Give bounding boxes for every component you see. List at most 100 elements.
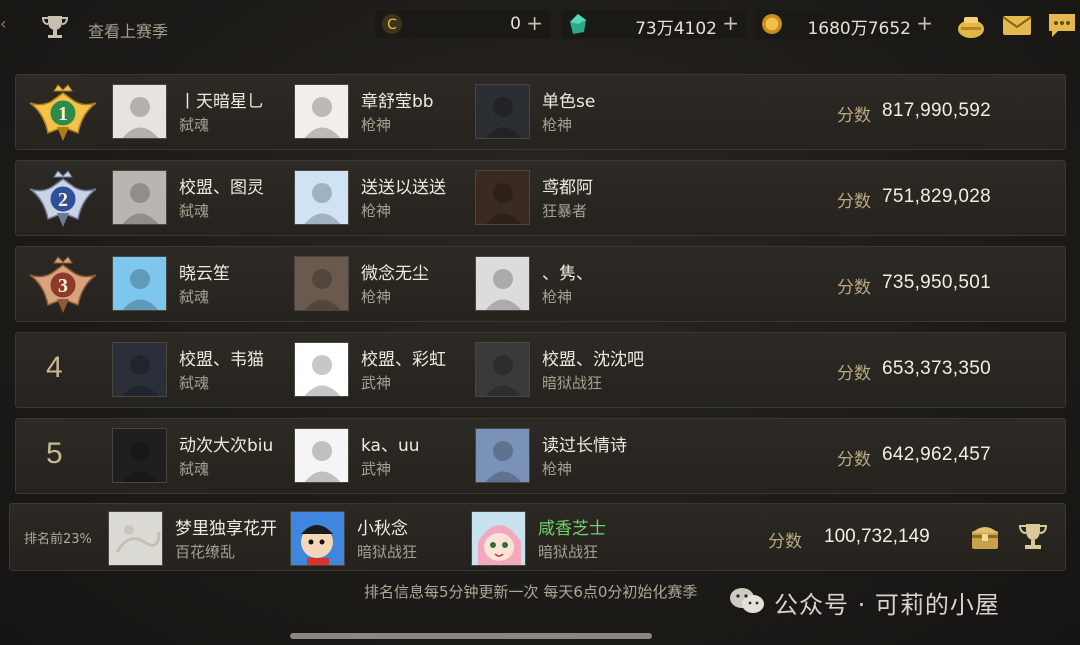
avatar bbox=[112, 428, 167, 483]
mail-icon[interactable] bbox=[1001, 10, 1033, 40]
player-class: 狂暴者 bbox=[542, 202, 588, 220]
my-rank-row[interactable]: 排名前23% 梦里独享花开 百花缭乱 小秋念 暗狱战狂 咸香芝士 暗狱战狂 分数… bbox=[9, 503, 1066, 571]
rank-row[interactable]: 3 晓云笙 弑魂 微念无尘 枪神 、隽、 枪神 分数 735,950,501 bbox=[15, 246, 1066, 322]
avatar bbox=[112, 170, 167, 225]
player-class: 武神 bbox=[361, 374, 392, 392]
rank-1-medal-icon: 1 bbox=[29, 84, 97, 141]
rank-3-medal-icon: 3 bbox=[29, 256, 97, 313]
player-slot[interactable]: 鸢都阿 狂暴者 bbox=[475, 170, 655, 226]
avatar bbox=[108, 511, 163, 566]
rank-number: 2 bbox=[58, 189, 68, 211]
chat-icon[interactable] bbox=[1046, 10, 1078, 40]
avatar bbox=[294, 342, 349, 397]
score-value: 735,950,501 bbox=[882, 272, 991, 293]
top-bar: ‹ 查看上赛季 C 0 + 73万4102 + 1680万7652 + bbox=[0, 0, 1080, 52]
player-class: 弑魂 bbox=[179, 116, 210, 134]
player-name: 梦里独享花开 bbox=[175, 519, 277, 539]
player-class: 武神 bbox=[361, 460, 392, 478]
score-label: 分数 bbox=[837, 364, 871, 384]
player-class: 弑魂 bbox=[179, 460, 210, 478]
player-class: 枪神 bbox=[361, 116, 392, 134]
watermark-text: 公众号 · 可莉的小屋 bbox=[774, 591, 1000, 619]
player-name: 校盟、图灵 bbox=[179, 178, 264, 198]
player-slot[interactable]: 校盟、图灵 弑魂 bbox=[112, 170, 292, 226]
player-slot[interactable]: 章舒莹bb 枪神 bbox=[294, 84, 474, 140]
add-gold-button[interactable]: + bbox=[916, 12, 933, 34]
rank-number: 4 bbox=[46, 351, 63, 384]
avatar bbox=[294, 428, 349, 483]
rank-number: 1 bbox=[58, 103, 68, 125]
avatar bbox=[475, 256, 530, 311]
avatar bbox=[475, 428, 530, 483]
currency-value: 1680万7652 bbox=[807, 19, 911, 39]
currency-value: 73万4102 bbox=[635, 19, 717, 39]
rank-row[interactable]: 1 丨天暗星乚 弑魂 章舒莹bb 枪神 单色se 枪神 分数 817,990,5… bbox=[15, 74, 1066, 150]
player-class: 枪神 bbox=[542, 460, 573, 478]
treasure-chest-icon[interactable] bbox=[968, 519, 1002, 553]
my-score-value: 100,732,149 bbox=[824, 526, 930, 547]
add-gem-button[interactable]: + bbox=[722, 12, 739, 34]
score-label: 分数 bbox=[837, 278, 871, 298]
trophy-icon[interactable] bbox=[1016, 519, 1050, 553]
player-name: 咸香芝士 bbox=[538, 519, 606, 539]
avatar bbox=[294, 170, 349, 225]
rank-2-medal-icon: 2 bbox=[29, 170, 97, 227]
score-value: 653,373,350 bbox=[882, 358, 991, 379]
player-slot[interactable]: 咸香芝士 暗狱战狂 bbox=[471, 511, 651, 567]
score-label: 分数 bbox=[768, 532, 802, 552]
avatar bbox=[294, 256, 349, 311]
currency-value: 0 bbox=[510, 14, 521, 34]
gem-icon bbox=[570, 14, 586, 34]
my-rank-percentile: 排名前23% bbox=[24, 532, 92, 547]
leaderboard-screen: ‹ 查看上赛季 C 0 + 73万4102 + 1680万7652 + 1 丨天… bbox=[0, 0, 1080, 645]
player-slot[interactable]: 梦里独享花开 百花缭乱 bbox=[108, 511, 288, 567]
player-slot[interactable]: 动次大次biu 弑魂 bbox=[112, 428, 292, 484]
home-indicator[interactable] bbox=[290, 633, 652, 639]
avatar bbox=[112, 84, 167, 139]
add-coupon-button[interactable]: + bbox=[526, 12, 543, 34]
rank-row[interactable]: 2 校盟、图灵 弑魂 送送以送送 枪神 鸢都阿 狂暴者 分数 751,829,0… bbox=[15, 160, 1066, 236]
player-name: 送送以送送 bbox=[361, 178, 446, 198]
score-value: 642,962,457 bbox=[882, 444, 991, 465]
player-slot[interactable]: 晓云笙 弑魂 bbox=[112, 256, 292, 312]
player-name: 校盟、韦猫 bbox=[179, 350, 264, 370]
player-slot[interactable]: 、隽、 枪神 bbox=[475, 256, 655, 312]
player-name: 微念无尘 bbox=[361, 264, 429, 284]
player-slot[interactable]: 校盟、韦猫 弑魂 bbox=[112, 342, 292, 398]
player-class: 暗狱战狂 bbox=[357, 543, 418, 561]
player-name: 读过长情诗 bbox=[542, 436, 627, 456]
chevron-left-icon[interactable]: ‹ bbox=[0, 14, 10, 34]
svg-text:C: C bbox=[387, 17, 397, 33]
player-class: 弑魂 bbox=[179, 288, 210, 306]
player-slot[interactable]: 校盟、沈沈吧 暗狱战狂 bbox=[475, 342, 655, 398]
rank-row[interactable]: 5 动次大次biu 弑魂 ka、uu 武神 读过长情诗 枪神 分数 642,96… bbox=[15, 418, 1066, 494]
player-name: 章舒莹bb bbox=[361, 92, 434, 112]
avatar bbox=[475, 170, 530, 225]
player-slot[interactable]: 校盟、彩虹 武神 bbox=[294, 342, 474, 398]
player-name: ka、uu bbox=[361, 436, 420, 456]
score-value: 817,990,592 bbox=[882, 100, 991, 121]
player-slot[interactable]: ka、uu 武神 bbox=[294, 428, 474, 484]
player-slot[interactable]: 丨天暗星乚 弑魂 bbox=[112, 84, 292, 140]
player-slot[interactable]: 读过长情诗 枪神 bbox=[475, 428, 655, 484]
player-slot[interactable]: 小秋念 暗狱战狂 bbox=[290, 511, 470, 567]
player-name: 、隽、 bbox=[542, 264, 593, 284]
trophy-icon[interactable] bbox=[40, 12, 70, 42]
player-class: 枪神 bbox=[542, 116, 573, 134]
view-last-season-link[interactable]: 查看上赛季 bbox=[88, 18, 168, 42]
treasure-bag-icon[interactable] bbox=[955, 10, 987, 40]
player-name: 丨天暗星乚 bbox=[179, 92, 264, 112]
score-label: 分数 bbox=[837, 192, 871, 212]
player-slot[interactable]: 单色se 枪神 bbox=[475, 84, 655, 140]
currency-gem: 73万4102 + bbox=[561, 10, 747, 39]
rank-row[interactable]: 4 校盟、韦猫 弑魂 校盟、彩虹 武神 校盟、沈沈吧 暗狱战狂 分数 653,3… bbox=[15, 332, 1066, 408]
avatar bbox=[471, 511, 526, 566]
coupon-icon: C bbox=[382, 14, 402, 34]
avatar bbox=[294, 84, 349, 139]
player-name: 单色se bbox=[542, 92, 596, 112]
avatar bbox=[290, 511, 345, 566]
player-slot[interactable]: 送送以送送 枪神 bbox=[294, 170, 474, 226]
player-name: 校盟、沈沈吧 bbox=[542, 350, 644, 370]
player-class: 暗狱战狂 bbox=[542, 374, 603, 392]
player-slot[interactable]: 微念无尘 枪神 bbox=[294, 256, 474, 312]
